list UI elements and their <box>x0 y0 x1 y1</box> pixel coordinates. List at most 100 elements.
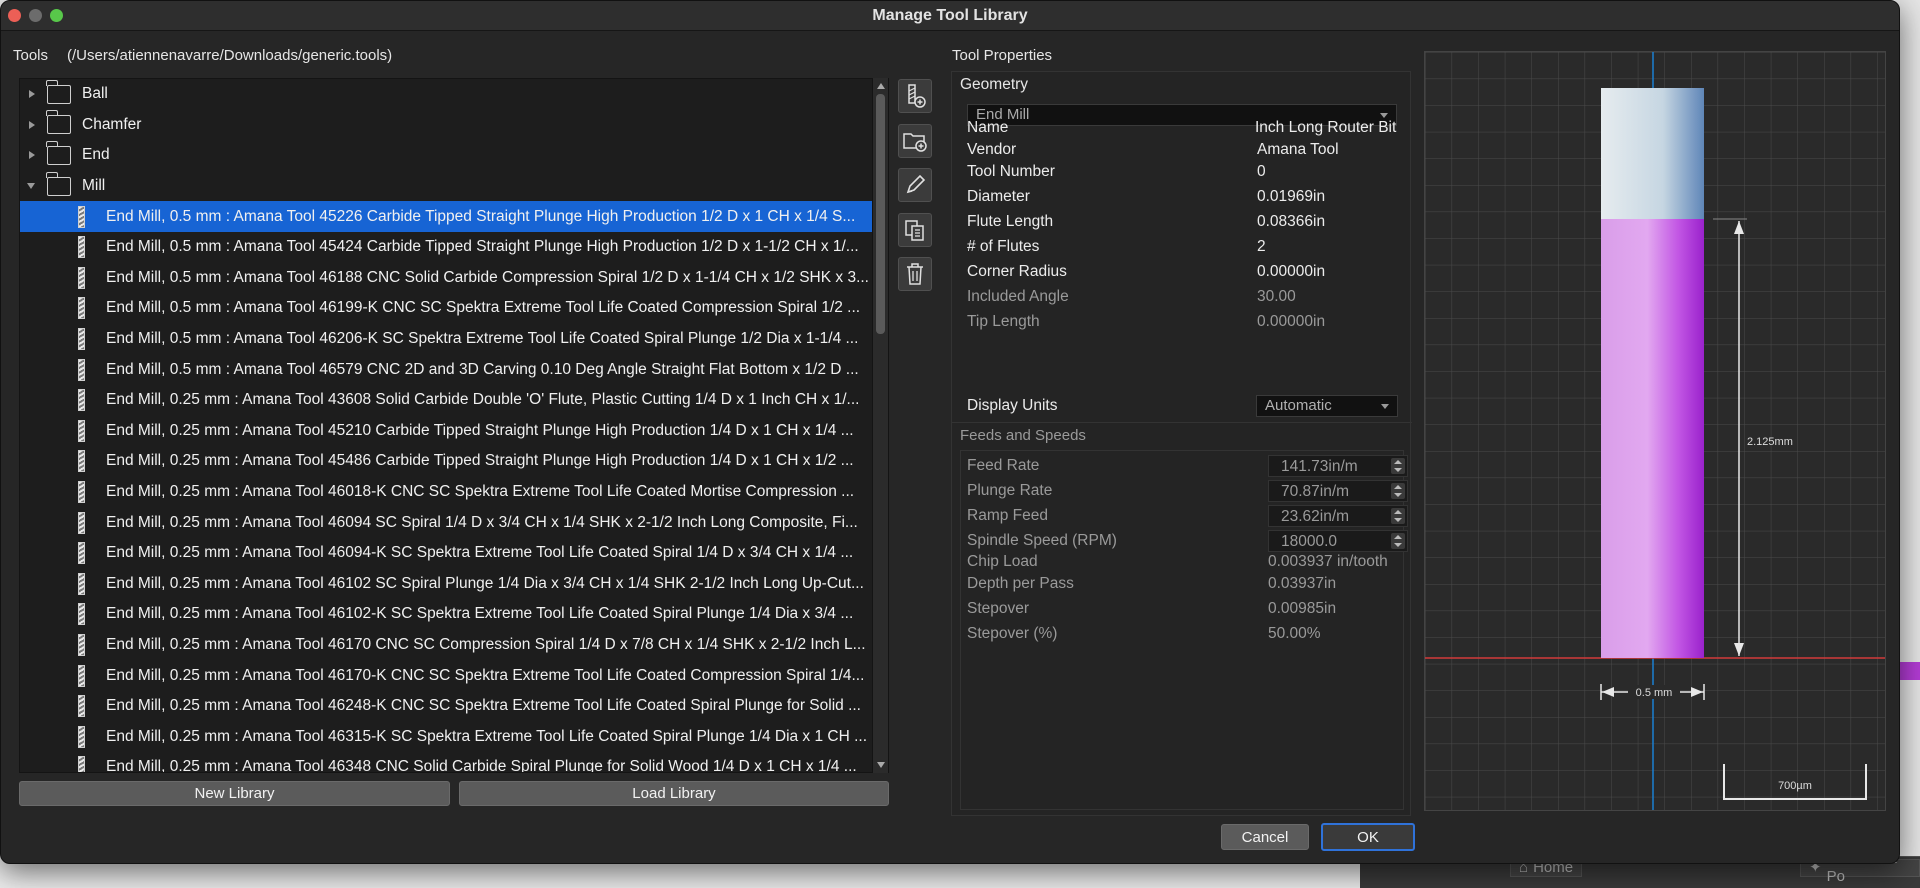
tool-flute <box>1601 219 1704 658</box>
tool-properties-label: Tool Properties <box>952 47 1053 64</box>
property-name: Included Angle <box>967 288 1069 305</box>
expand-arrow-icon[interactable] <box>29 120 35 129</box>
tree-folder-end[interactable]: End <box>20 140 888 171</box>
tool-list-item[interactable]: End Mill, 0.25 mm : Amana Tool 43608 Sol… <box>20 385 888 416</box>
section-divider <box>952 422 1412 423</box>
stepper-arrows-icon[interactable] <box>1391 533 1405 549</box>
feed-value: 70.87in/m <box>1281 483 1350 500</box>
tool-list-item[interactable]: End Mill, 0.5 mm : Amana Tool 46579 CNC … <box>20 354 888 385</box>
tool-shank <box>1601 88 1704 219</box>
tool-list-item[interactable]: End Mill, 0.25 mm : Amana Tool 46018-K C… <box>20 477 888 508</box>
tool-list-item[interactable]: End Mill, 0.5 mm : Amana Tool 46206-K SC… <box>20 324 888 355</box>
end-mill-icon <box>78 266 85 289</box>
edit-tool-button[interactable] <box>898 168 932 202</box>
ok-button[interactable]: OK <box>1321 823 1415 851</box>
tree-folder-mill[interactable]: Mill <box>20 171 888 202</box>
feed-value: 0.003937 in/tooth <box>1268 553 1388 570</box>
maximize-window-button[interactable] <box>50 9 63 22</box>
property-value[interactable]: 30.00 <box>1257 288 1296 306</box>
property-value[interactable]: 0.00000in <box>1257 263 1325 281</box>
feeds-row: Ramp Feed 23.62in/m <box>952 505 1412 529</box>
tool-list-item[interactable]: End Mill, 0.25 mm : Amana Tool 46094 SC … <box>20 507 888 538</box>
stepper-arrows-icon[interactable] <box>1391 483 1405 499</box>
display-units-select[interactable]: Automatic <box>1256 395 1398 417</box>
tool-list-item[interactable]: End Mill, 0.5 mm : Amana Tool 45226 Carb… <box>20 201 888 232</box>
feed-name: Depth per Pass <box>967 575 1074 592</box>
feed-value: 0.03937in <box>1268 575 1337 592</box>
end-mill-icon <box>78 572 85 595</box>
tool-list-item[interactable]: End Mill, 0.25 mm : Amana Tool 45486 Car… <box>20 446 888 477</box>
feed-spinbox[interactable]: 18000.0 <box>1268 530 1408 552</box>
stepper-arrows-icon[interactable] <box>1391 458 1405 474</box>
tool-list-item-label: End Mill, 0.25 mm : Amana Tool 46094-K S… <box>106 544 854 562</box>
property-value[interactable]: 0.08366in <box>1257 213 1325 231</box>
end-mill-icon <box>78 603 85 626</box>
expand-arrow-icon[interactable] <box>29 90 35 99</box>
end-mill-icon <box>78 297 85 320</box>
property-name: Name <box>967 119 1009 136</box>
tree-folder-chamfer[interactable]: Chamfer <box>20 110 888 141</box>
geometry-row: Tip Length 0.00000in <box>952 313 1412 335</box>
new-library-button[interactable]: New Library <box>19 781 450 806</box>
add-folder-button[interactable] <box>898 124 932 158</box>
tool-preview: 2.125mm 0.5 mm 700µm <box>1424 51 1886 811</box>
diameter-dimension-label: 0.5 mm <box>1636 687 1673 699</box>
tool-list-item[interactable]: End Mill, 0.25 mm : Amana Tool 46248-K C… <box>20 691 888 722</box>
property-value[interactable]: Inch Long Router Bit <box>1255 119 1408 137</box>
tool-list-item[interactable]: End Mill, 0.25 mm : Amana Tool 46102 SC … <box>20 569 888 600</box>
collapse-arrow-icon[interactable] <box>27 183 35 190</box>
feed-value: 141.73in/m <box>1281 458 1358 475</box>
feed-name: Spindle Speed (RPM) <box>967 532 1117 549</box>
tool-list-item[interactable]: End Mill, 0.25 mm : Amana Tool 46094-K S… <box>20 538 888 569</box>
tool-list-item[interactable]: End Mill, 0.25 mm : Amana Tool 46102-K S… <box>20 599 888 630</box>
property-value[interactable]: 0.01969in <box>1257 188 1325 206</box>
close-window-button[interactable] <box>8 9 21 22</box>
geometry-row: Flute Length 0.08366in <box>952 213 1412 235</box>
window-controls <box>8 9 63 22</box>
minimize-window-button[interactable] <box>29 9 42 22</box>
tool-list-item[interactable]: End Mill, 0.5 mm : Amana Tool 45424 Carb… <box>20 232 888 263</box>
end-mill-icon <box>78 695 85 718</box>
tool-list-item-label: End Mill, 0.25 mm : Amana Tool 43608 Sol… <box>106 391 860 409</box>
duplicate-tool-button[interactable] <box>898 213 932 247</box>
delete-tool-button[interactable] <box>898 257 932 291</box>
scroll-up-icon[interactable] <box>877 83 885 89</box>
load-library-button[interactable]: Load Library <box>459 781 889 806</box>
add-tool-button[interactable] <box>898 79 932 113</box>
tool-list-item[interactable]: End Mill, 0.25 mm : Amana Tool 46348 CNC… <box>20 752 888 772</box>
scrollbar-thumb[interactable] <box>876 94 885 334</box>
expand-arrow-icon[interactable] <box>29 151 35 160</box>
tool-list-item[interactable]: End Mill, 0.25 mm : Amana Tool 46170 CNC… <box>20 630 888 661</box>
feed-spinbox[interactable]: 23.62in/m <box>1268 505 1408 527</box>
tool-preview-drawing: 2.125mm 0.5 mm 700µm <box>1425 52 1885 810</box>
geometry-row: Vendor Amana Tool <box>952 141 1412 163</box>
manage-tool-library-dialog: Manage Tool Library Tools (/Users/atienn… <box>0 0 1900 864</box>
cancel-button[interactable]: Cancel <box>1221 824 1309 850</box>
property-value[interactable]: 0.00000in <box>1257 313 1325 331</box>
folder-icon <box>46 110 71 135</box>
tool-list-item-label: End Mill, 0.25 mm : Amana Tool 46170-K C… <box>106 666 865 684</box>
scale-bar-label: 700µm <box>1778 780 1812 792</box>
tool-list-item[interactable]: End Mill, 0.25 mm : Amana Tool 45210 Car… <box>20 416 888 447</box>
tool-tree[interactable]: Ball Chamfer End Mill End Mill, 0.5 mm :… <box>19 78 889 773</box>
tool-list-item-label: End Mill, 0.25 mm : Amana Tool 46248-K C… <box>106 697 861 715</box>
geometry-row: Tool Number 0 <box>952 163 1412 185</box>
scroll-down-icon[interactable] <box>877 762 885 768</box>
stepper-arrows-icon[interactable] <box>1391 508 1405 524</box>
tool-list-item[interactable]: End Mill, 0.5 mm : Amana Tool 46188 CNC … <box>20 263 888 294</box>
tree-folder-ball[interactable]: Ball <box>20 79 888 110</box>
tool-list-item[interactable]: End Mill, 0.25 mm : Amana Tool 46315-K S… <box>20 721 888 752</box>
feeds-row: Plunge Rate 70.87in/m <box>952 480 1412 504</box>
tool-tree-scrollbar[interactable] <box>872 78 888 773</box>
property-value[interactable]: 2 <box>1257 238 1266 256</box>
folder-icon <box>46 140 71 165</box>
property-value[interactable]: Amana Tool <box>1257 141 1339 159</box>
tool-list-item-label: End Mill, 0.5 mm : Amana Tool 45424 Carb… <box>106 238 859 256</box>
property-value[interactable]: 0 <box>1257 163 1266 181</box>
feed-spinbox[interactable]: 141.73in/m <box>1268 455 1408 477</box>
tool-list-item[interactable]: End Mill, 0.5 mm : Amana Tool 46199-K CN… <box>20 293 888 324</box>
feed-spinbox[interactable]: 70.87in/m <box>1268 480 1408 502</box>
feed-name: Plunge Rate <box>967 482 1053 499</box>
tool-list-item[interactable]: End Mill, 0.25 mm : Amana Tool 46170-K C… <box>20 660 888 691</box>
feeds-row: Feed Rate 141.73in/m <box>952 455 1412 479</box>
